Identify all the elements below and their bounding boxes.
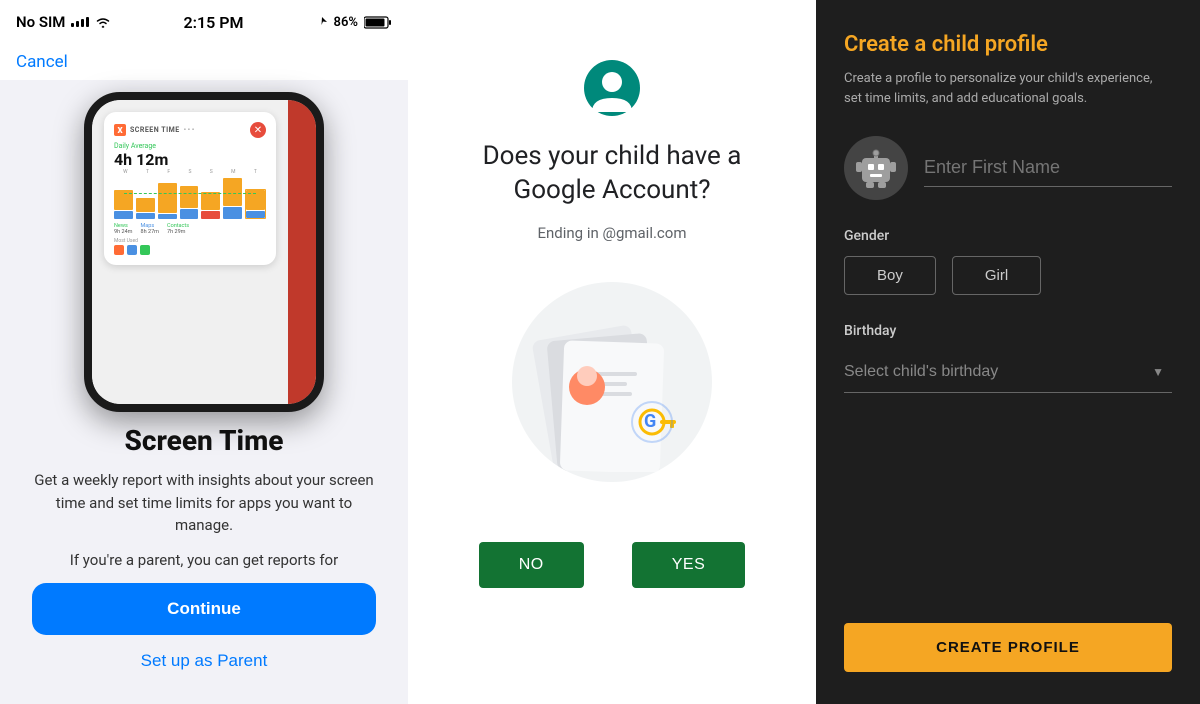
chart-days: WTFSSMT (114, 169, 266, 175)
continue-button[interactable]: Continue (32, 583, 376, 635)
illustration-svg: G (522, 292, 702, 472)
battery-icon (364, 16, 392, 29)
yes-button[interactable]: YES (632, 542, 746, 588)
profile-title: Create a child profile (844, 32, 1172, 57)
first-name-input[interactable] (924, 149, 1172, 187)
carrier-label: No SIM (16, 13, 65, 31)
email-hint: Ending in @gmail.com (537, 224, 686, 242)
ios-cancel-bar: Cancel (0, 44, 408, 80)
screen-time-parent: If you're a parent, you can get reports … (32, 549, 376, 572)
time-display: 2:15 PM (183, 13, 243, 32)
create-profile-button[interactable]: CREATE PROFILE (844, 623, 1172, 672)
close-card-icon: ✕ (250, 122, 266, 138)
cancel-link[interactable]: Cancel (16, 52, 68, 72)
google-buttons: NO YES (448, 542, 776, 588)
most-used-icons (114, 245, 266, 255)
screen-time-label: SCREEN TIME (130, 126, 180, 134)
birthday-select[interactable]: Select child's birthday (844, 351, 1172, 393)
robot-avatar-icon (852, 144, 900, 192)
battery-label: 86% (334, 15, 358, 30)
panel-ios: No SIM 2:15 PM 86% (0, 0, 408, 704)
screen-time-title: Screen Time (32, 424, 376, 457)
profile-desc: Create a profile to personalize your chi… (844, 69, 1172, 108)
screen-time-content: Screen Time Get a weekly report with ins… (0, 424, 408, 583)
panel-google: Does your child have a Google Account? E… (408, 0, 816, 704)
dashed-line (124, 193, 256, 194)
boy-button[interactable]: Boy (844, 256, 936, 295)
google-child-icon (584, 60, 640, 116)
ios-status-bar: No SIM 2:15 PM 86% (0, 0, 408, 44)
setup-parent-link[interactable]: Set up as Parent (141, 651, 268, 671)
phone-mockup: X SCREEN TIME • • • ✕ Daily Average 4h 1… (84, 92, 324, 412)
gender-label: Gender (844, 228, 1172, 244)
location-icon (316, 16, 328, 28)
chart-area (114, 179, 266, 219)
google-question: Does your child have a Google Account? (448, 140, 776, 208)
wifi-icon (95, 16, 111, 28)
google-illustration: G (512, 282, 712, 482)
screen-time-card: X SCREEN TIME • • • ✕ Daily Average 4h 1… (104, 112, 276, 265)
profile-avatar[interactable] (844, 136, 908, 200)
app-usage-row: News 9h 24m Maps 8h 27m Contacts 7h 29m (114, 223, 266, 235)
birthday-wrapper: Select child's birthday (844, 351, 1172, 393)
signal-icon (71, 17, 89, 27)
time-value: 4h 12m (114, 150, 266, 169)
svg-text:G: G (644, 411, 656, 432)
profile-name-row (844, 136, 1172, 200)
no-button[interactable]: NO (479, 542, 584, 588)
gender-row: Boy Girl (844, 256, 1172, 295)
panel-profile: Create a child profile Create a profile … (816, 0, 1200, 704)
girl-button[interactable]: Girl (952, 256, 1041, 295)
most-used-label: Most Used (114, 238, 266, 244)
phone-screen: X SCREEN TIME • • • ✕ Daily Average 4h 1… (92, 100, 316, 404)
birthday-label: Birthday (844, 323, 1172, 339)
daily-avg-label: Daily Average (114, 142, 266, 150)
screen-time-desc: Get a weekly report with insights about … (32, 469, 376, 537)
